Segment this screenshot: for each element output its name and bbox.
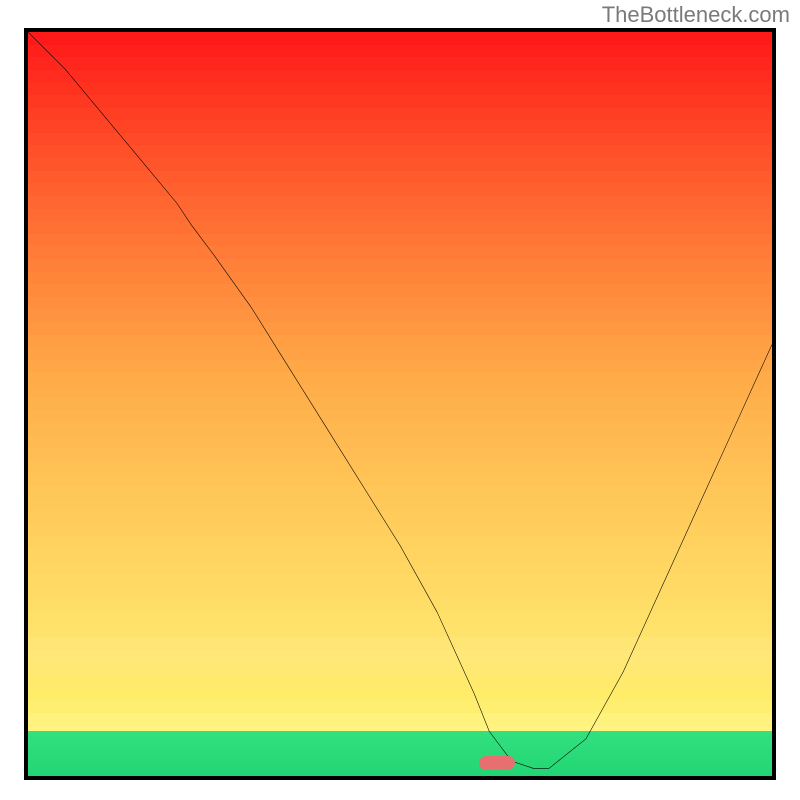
watermark-text: TheBottleneck.com	[602, 2, 790, 28]
bottleneck-curve	[28, 32, 772, 776]
optimum-marker	[479, 756, 515, 770]
plot-area	[24, 28, 776, 780]
